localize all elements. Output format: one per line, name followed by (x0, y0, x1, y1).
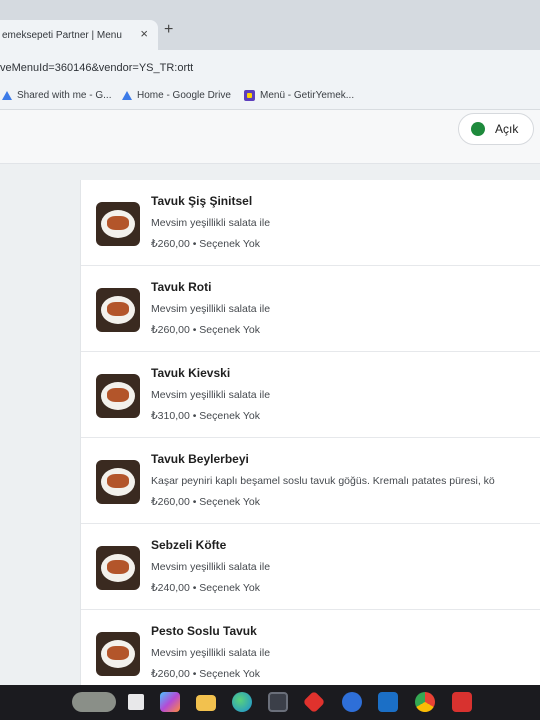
app-icon[interactable] (452, 692, 472, 712)
bookmark-label: Shared with me - G... (17, 90, 112, 101)
bookmark-google-drive[interactable]: Home - Google Drive (122, 90, 231, 101)
browser-tabstrip: emeksepeti Partner | Menu × + (0, 0, 540, 50)
menu-item[interactable]: Pesto Soslu Tavuk Mevsim yeşillikli sala… (81, 610, 540, 685)
dish-description: Kaşar peyniri kaplı beşamel soslu tavuk … (151, 475, 495, 487)
dish-description: Mevsim yeşillikli salata ile (151, 389, 271, 401)
dish-description: Mevsim yeşillikli salata ile (151, 561, 271, 573)
dish-price: ₺260,00 • Seçenek Yok (151, 668, 261, 680)
browser-tab[interactable]: emeksepeti Partner | Menu × (0, 20, 158, 50)
edge-icon[interactable] (232, 692, 252, 712)
dish-price: ₺240,00 • Seçenek Yok (151, 582, 261, 594)
dish-name: Tavuk Şiş Şinitsel (151, 194, 253, 208)
menu-item[interactable]: Tavuk Roti Mevsim yeşillikli salata ile … (81, 266, 540, 352)
dish-image (96, 288, 140, 332)
dish-price: ₺310,00 • Seçenek Yok (151, 410, 261, 422)
weather-icon[interactable] (72, 692, 116, 712)
dish-name: Tavuk Roti (151, 280, 212, 294)
dish-image (96, 632, 140, 676)
status-label: Açık (495, 122, 519, 136)
dish-name: Tavuk Beylerbeyi (151, 452, 249, 466)
menu-content: Tavuk Şiş Şinitsel Mevsim yeşillikli sal… (0, 164, 540, 685)
dish-image (96, 374, 140, 418)
chrome-icon[interactable] (415, 692, 435, 712)
menu-item[interactable]: Tavuk Kievski Mevsim yeşillikli salata i… (81, 352, 540, 438)
dish-name: Pesto Soslu Tavuk (151, 624, 257, 638)
bookmarks-bar: Shared with me - G... Home - Google Driv… (0, 84, 540, 110)
bookmark-label: Home - Google Drive (137, 90, 231, 101)
bookmark-label: Menü - GetirYemek... (260, 90, 355, 101)
app-icon[interactable] (342, 692, 362, 712)
dish-price: ₺260,00 • Seçenek Yok (151, 324, 261, 336)
restaurant-status-toggle[interactable]: Açık (458, 113, 534, 145)
drive-icon (2, 91, 12, 100)
dish-image (96, 202, 140, 246)
menu-list: Tavuk Şiş Şinitsel Mevsim yeşillikli sal… (80, 180, 540, 685)
url-text[interactable]: veMenuId=360146&vendor=YS_TR:ortt (0, 62, 193, 74)
dish-price: ₺260,00 • Seçenek Yok (151, 238, 261, 250)
menu-item[interactable]: Tavuk Şiş Şinitsel Mevsim yeşillikli sal… (81, 180, 540, 266)
bookmark-getir-menu[interactable]: Menü - GetirYemek... (244, 90, 354, 101)
address-bar[interactable]: veMenuId=360146&vendor=YS_TR:ortt (0, 50, 540, 84)
outlook-icon[interactable] (378, 692, 398, 712)
bookmark-shared-with-me[interactable]: Shared with me - G... (2, 90, 111, 101)
task-view-icon[interactable] (128, 694, 144, 710)
menu-item[interactable]: Sebzeli Köfte Mevsim yeşillikli salata i… (81, 524, 540, 610)
store-icon[interactable] (268, 692, 288, 712)
file-explorer-icon[interactable] (196, 695, 216, 711)
dish-name: Sebzeli Köfte (151, 538, 227, 552)
dish-image (96, 546, 140, 590)
dish-image (96, 460, 140, 504)
dish-description: Mevsim yeşillikli salata ile (151, 303, 271, 315)
dish-description: Mevsim yeşillikli salata ile (151, 647, 271, 659)
app-icon[interactable] (302, 690, 326, 714)
getir-icon (244, 90, 255, 101)
status-dot-icon (471, 122, 485, 136)
taskbar (0, 685, 540, 720)
drive-icon (122, 91, 132, 100)
dish-price: ₺260,00 • Seçenek Yok (151, 496, 261, 508)
page-header (0, 110, 540, 164)
close-tab-icon[interactable]: × (140, 27, 148, 41)
dish-description: Mevsim yeşillikli salata ile (151, 217, 271, 229)
menu-item[interactable]: Tavuk Beylerbeyi Kaşar peyniri kaplı beş… (81, 438, 540, 524)
dish-name: Tavuk Kievski (151, 366, 231, 380)
new-tab-button[interactable]: + (164, 20, 173, 40)
tab-title: emeksepeti Partner | Menu (2, 29, 122, 41)
copilot-icon[interactable] (160, 692, 180, 712)
